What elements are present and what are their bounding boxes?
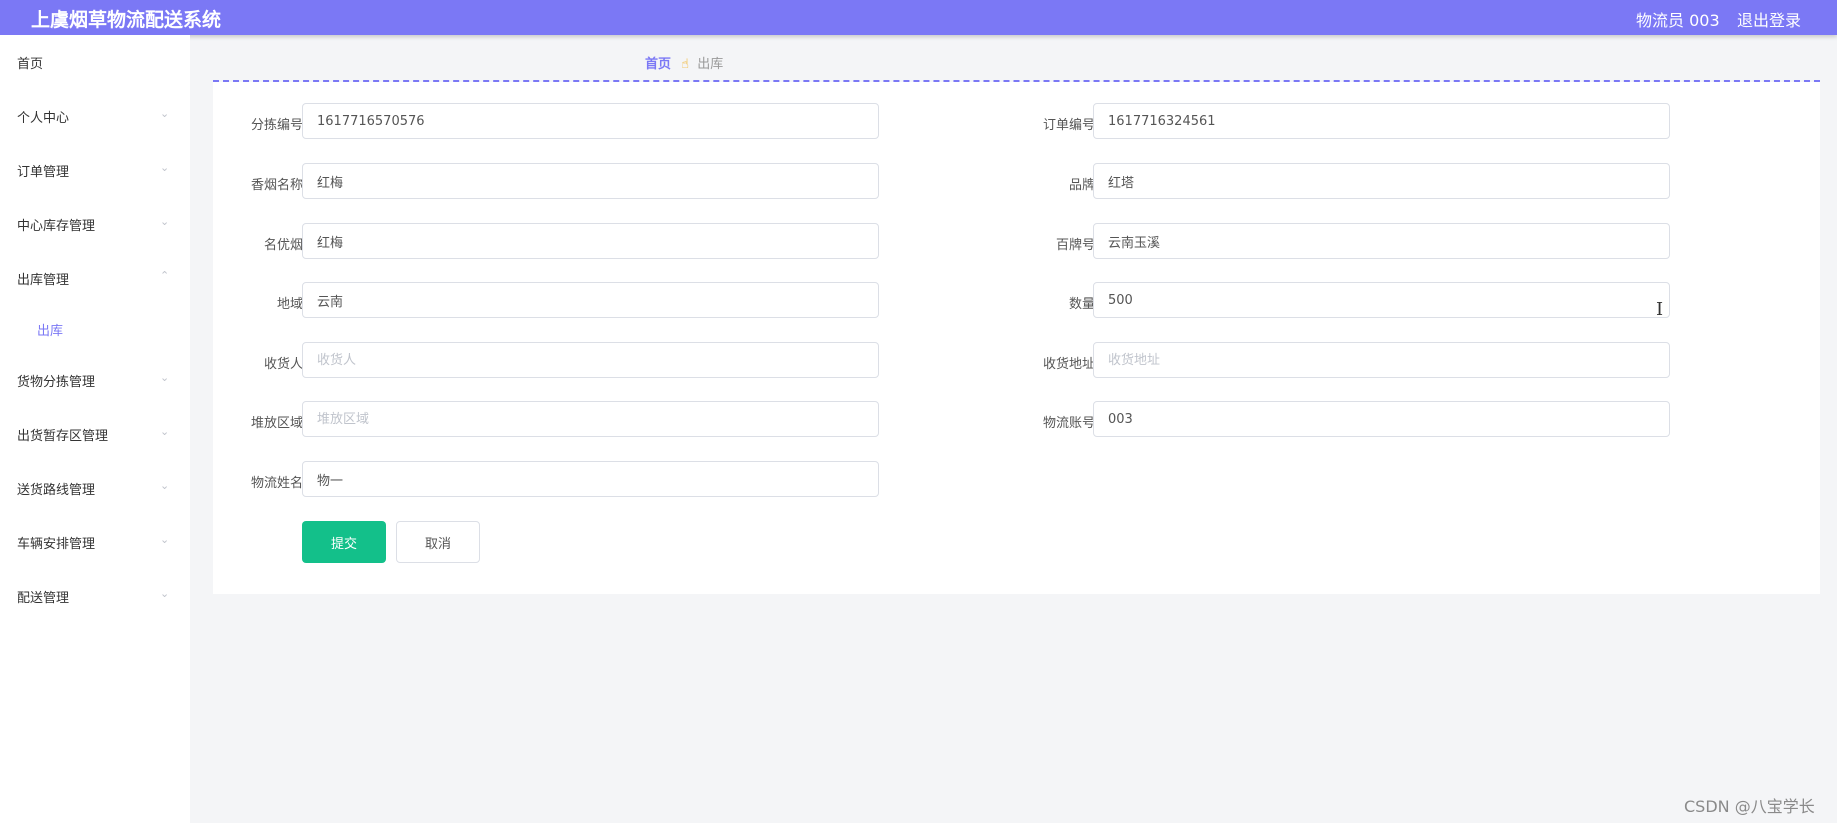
breadcrumb: 首页 ☝ 出库 (645, 53, 723, 72)
sidebar-item-vehicle-scheduling[interactable]: 车辆安排管理 ⌄ (0, 524, 190, 560)
text-cursor-icon: I (1656, 299, 1664, 320)
chevron-up-icon: ⌃ (160, 269, 170, 282)
sidebar-item-label: 首页 (17, 57, 44, 72)
sidebar-item-personal-center[interactable]: 个人中心 ⌄ (0, 98, 190, 134)
sidebar-item-label: 订单管理 (17, 165, 70, 180)
order-no-input[interactable] (1093, 103, 1670, 139)
chevron-down-icon: ⌄ (160, 107, 170, 120)
receiver-input[interactable] (302, 342, 879, 378)
chevron-down-icon: ⌄ (160, 371, 170, 384)
breadcrumb-current: 出库 (697, 57, 724, 72)
chevron-down-icon: ⌄ (160, 533, 170, 546)
sidebar-item-label: 配送管理 (17, 591, 70, 606)
sidebar-item-delivery-routes[interactable]: 送货路线管理 ⌄ (0, 470, 190, 506)
sidebar-item-label: 货物分拣管理 (17, 375, 96, 390)
submit-button[interactable]: 提交 (302, 521, 386, 563)
sidebar-subitem-label: 出库 (37, 324, 64, 339)
sidebar-item-distribution-management[interactable]: 配送管理 ⌄ (0, 578, 190, 614)
top-bar: 上虞烟草物流配送系统 物流员 003 退出登录 (0, 0, 1837, 35)
cancel-button[interactable]: 取消 (396, 521, 480, 563)
receiver-label: 收货人 (263, 357, 303, 372)
sidebar-item-staging-area[interactable]: 出货暂存区管理 ⌄ (0, 416, 190, 452)
order-no-label: 订单编号 (1042, 118, 1095, 133)
cigarette-name-input[interactable] (302, 163, 879, 199)
app-title: 上虞烟草物流配送系统 (31, 9, 222, 31)
sort-no-input[interactable] (302, 103, 879, 139)
quantity-input[interactable] (1093, 282, 1670, 318)
sidebar: 首页 个人中心 ⌄ 订单管理 ⌄ 中心库存管理 ⌄ 出库管理 ⌃ 出库 货物分拣… (0, 35, 190, 823)
sort-no-label: 分拣编号 (250, 118, 303, 133)
sidebar-item-label: 送货路线管理 (17, 483, 96, 498)
logistics-name-input[interactable] (302, 461, 879, 497)
breadcrumb-home[interactable]: 首页 (645, 57, 671, 72)
sidebar-item-goods-sorting[interactable]: 货物分拣管理 ⌄ (0, 362, 190, 398)
top-brand-no-label: 百牌号 (1055, 238, 1095, 253)
sidebar-item-label: 出货暂存区管理 (17, 429, 109, 444)
storage-area-input[interactable] (302, 401, 879, 437)
storage-area-label: 堆放区域 (250, 416, 303, 431)
quantity-label: 数量 (1068, 297, 1095, 312)
chevron-down-icon: ⌄ (160, 587, 170, 600)
logistics-account-input[interactable] (1093, 401, 1670, 437)
chevron-down-icon: ⌄ (160, 215, 170, 228)
sidebar-item-label: 中心库存管理 (17, 219, 96, 234)
chevron-down-icon: ⌄ (160, 479, 170, 492)
region-label: 地域 (276, 297, 303, 312)
address-label: 收货地址 (1042, 357, 1095, 372)
logistics-account-label: 物流账号 (1042, 416, 1095, 431)
hand-pointer-icon: ☝ (681, 57, 690, 72)
sidebar-subitem-outbound[interactable]: 出库 (0, 312, 190, 344)
address-input[interactable] (1093, 342, 1670, 378)
cigarette-name-label: 香烟名称 (250, 178, 303, 193)
sidebar-item-label: 车辆安排管理 (17, 537, 96, 552)
logistics-name-label: 物流姓名 (250, 476, 303, 491)
famous-cigarette-input[interactable] (302, 223, 879, 259)
brand-input[interactable] (1093, 163, 1670, 199)
top-brand-no-input[interactable] (1093, 223, 1670, 259)
sidebar-item-label: 出库管理 (17, 273, 70, 288)
brand-label: 品牌 (1068, 178, 1095, 193)
watermark: CSDN @八宝学长 (1684, 797, 1815, 816)
sidebar-item-home[interactable]: 首页 (0, 44, 190, 80)
famous-cigarette-label: 名优烟 (263, 238, 303, 253)
sidebar-item-label: 个人中心 (17, 111, 70, 126)
sidebar-item-outbound-management[interactable]: 出库管理 ⌃ (0, 260, 190, 296)
user-label: 物流员 003 (1636, 11, 1720, 30)
chevron-down-icon: ⌄ (160, 425, 170, 438)
chevron-down-icon: ⌄ (160, 161, 170, 174)
region-input[interactable] (302, 282, 879, 318)
sidebar-item-central-inventory[interactable]: 中心库存管理 ⌄ (0, 206, 190, 242)
sidebar-item-order-management[interactable]: 订单管理 ⌄ (0, 152, 190, 188)
outbound-form: 分拣编号 订单编号 香烟名称 品牌 名优烟 百牌号 地域 数量 收货人 收货地址… (213, 82, 1820, 594)
logout-button[interactable]: 退出登录 (1737, 7, 1801, 31)
